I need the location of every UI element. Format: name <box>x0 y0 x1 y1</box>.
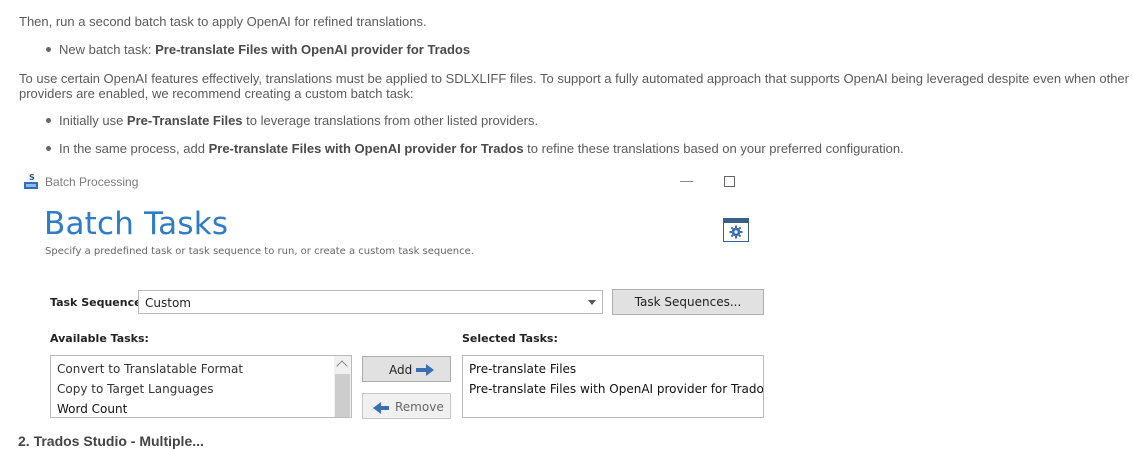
selected-tasks-list[interactable]: Pre-translate Files Pre-translate Files … <box>462 355 764 418</box>
doc-bullet-1: New batch task: Pre-translate Files with… <box>59 41 470 58</box>
available-tasks-label: Available Tasks: <box>50 332 149 345</box>
bullet-2-prefix: Initially use <box>59 113 127 128</box>
maximize-button[interactable] <box>724 176 735 187</box>
scrollbar-thumb[interactable] <box>335 374 350 417</box>
page-title: Batch Tasks <box>44 206 229 242</box>
bullet-3-bold: Pre-translate Files with OpenAI provider… <box>208 141 524 156</box>
list-item[interactable]: Word Count <box>57 402 127 416</box>
task-sequence-value: Custom <box>145 296 191 310</box>
arrow-left-icon <box>373 402 389 414</box>
selected-tasks-label: Selected Tasks: <box>462 332 558 345</box>
list-item[interactable]: Copy to Target Languages <box>57 382 214 396</box>
doc-para-2-line-2: providers are enabled, we recommend crea… <box>19 86 414 101</box>
bullet-dot <box>46 47 51 52</box>
remove-button-label: Remove <box>395 400 444 414</box>
bullet-3-suffix: to refine these translations based on yo… <box>523 141 904 156</box>
doc-bullet-3: In the same process, add Pre-translate F… <box>59 140 904 157</box>
add-button-label: Add <box>389 363 413 377</box>
window-title: Batch Processing <box>45 175 139 189</box>
list-item[interactable]: Pre-translate Files <box>469 362 576 376</box>
minimize-button[interactable]: — <box>680 173 693 188</box>
vertical-scrollbar[interactable] <box>334 356 351 417</box>
app-logo-icon: S <box>23 172 39 190</box>
scroll-up-icon[interactable] <box>336 360 348 372</box>
add-button[interactable]: Add <box>362 356 451 382</box>
doc-bullet-2: Initially use Pre-Translate Files to lev… <box>59 112 538 129</box>
settings-button[interactable] <box>723 218 749 242</box>
arrow-right-icon <box>416 364 434 376</box>
bullet-1-bold: Pre-translate Files with OpenAI provider… <box>155 42 471 57</box>
bullet-dot <box>46 146 51 151</box>
bullet-1-prefix: New batch task: <box>59 42 156 57</box>
chevron-down-icon <box>588 300 596 305</box>
available-tasks-list[interactable]: Convert to Translatable Format Copy to T… <box>50 355 352 418</box>
bullet-dot <box>46 118 51 123</box>
list-item[interactable]: Pre-translate Files with OpenAI provider… <box>469 382 763 396</box>
page-subtitle: Specify a predefined task or task sequen… <box>45 246 474 257</box>
task-sequence-label: Task Sequence: <box>50 296 146 309</box>
bullet-3-prefix: In the same process, add <box>59 141 209 156</box>
task-sequences-button[interactable]: Task Sequences... <box>612 289 764 315</box>
next-section-heading: 2. Trados Studio - Multiple... <box>18 433 204 449</box>
bullet-2-suffix: to leverage translations from other list… <box>242 113 539 128</box>
list-item[interactable]: Convert to Translatable Format <box>57 362 243 376</box>
remove-button[interactable]: Remove <box>362 393 451 419</box>
doc-line-1: Then, run a second batch task to apply O… <box>19 14 427 29</box>
gear-icon <box>729 225 743 239</box>
task-sequence-select[interactable]: Custom <box>138 290 603 314</box>
app-logo-letter: S <box>29 173 35 182</box>
bullet-2-bold: Pre-Translate Files <box>126 113 243 128</box>
